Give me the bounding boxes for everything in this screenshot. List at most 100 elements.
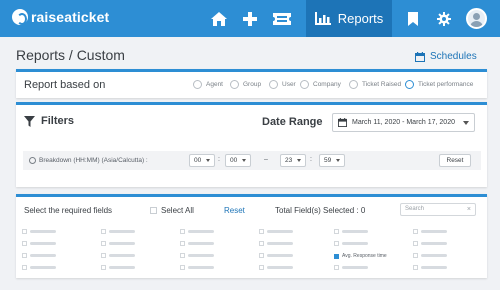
field-checkbox[interactable] xyxy=(334,229,339,234)
from-minute-select[interactable]: 00 xyxy=(225,154,251,167)
close-icon[interactable]: × xyxy=(467,204,471,215)
select-all-checkbox[interactable]: Select All xyxy=(150,206,194,215)
field-checkbox-item[interactable] xyxy=(334,241,368,246)
radio-company[interactable]: Company xyxy=(300,80,341,89)
radio-group-button[interactable] xyxy=(230,80,239,89)
radio-user[interactable]: User xyxy=(269,80,296,89)
field-checkbox[interactable] xyxy=(101,253,106,258)
field-checkbox[interactable] xyxy=(22,229,27,234)
bookmark-icon[interactable] xyxy=(403,9,423,29)
field-checkbox-item[interactable] xyxy=(22,229,56,234)
radio-ticket-performance-button[interactable] xyxy=(405,80,414,89)
field-checkbox-item[interactable] xyxy=(101,229,135,234)
radio-user-button[interactable] xyxy=(269,80,278,89)
field-checkbox[interactable] xyxy=(413,229,418,234)
field-checkbox-item[interactable] xyxy=(22,253,56,258)
field-checkbox[interactable] xyxy=(180,265,185,270)
field-checkbox-item[interactable] xyxy=(22,241,56,246)
field-checkbox-item[interactable] xyxy=(101,253,135,258)
field-label-placeholder xyxy=(342,266,368,269)
field-checkbox-item[interactable] xyxy=(22,265,56,270)
field-checkbox-item[interactable] xyxy=(334,265,368,270)
field-checkbox-item[interactable] xyxy=(180,229,214,234)
radio-ticket-performance[interactable]: Ticket performance xyxy=(405,80,473,89)
select-all-box[interactable] xyxy=(150,207,157,214)
ticket-icon[interactable] xyxy=(272,9,292,29)
field-checkbox-item[interactable] xyxy=(413,265,447,270)
field-checkbox[interactable] xyxy=(101,241,106,246)
field-label-placeholder xyxy=(109,254,135,257)
radio-agent[interactable]: Agent xyxy=(193,80,223,89)
field-checkbox-item[interactable] xyxy=(259,265,293,270)
field-checkbox-item[interactable] xyxy=(413,253,447,258)
field-label-placeholder xyxy=(267,254,293,257)
calendar-icon xyxy=(415,51,425,62)
field-checkbox[interactable] xyxy=(334,253,339,259)
field-checkbox[interactable] xyxy=(334,241,339,246)
field-checkbox[interactable] xyxy=(413,241,418,246)
home-icon[interactable] xyxy=(209,9,229,29)
radio-agent-button[interactable] xyxy=(193,80,202,89)
field-checkbox[interactable] xyxy=(413,265,418,270)
radio-ticket-raised-button[interactable] xyxy=(349,80,358,89)
breakdown-label-group: Breakdown (HH:MM) (Asia/Calcutta) : xyxy=(29,157,148,164)
bar-chart-icon xyxy=(314,12,331,25)
field-checkbox-item[interactable] xyxy=(180,265,214,270)
field-checkbox[interactable] xyxy=(259,265,264,270)
field-checkbox-item[interactable] xyxy=(259,253,293,258)
field-checkbox-item[interactable]: Avg. Response time xyxy=(334,253,387,259)
field-checkbox[interactable] xyxy=(180,241,185,246)
field-checkbox[interactable] xyxy=(22,241,27,246)
field-checkbox[interactable] xyxy=(101,229,106,234)
avatar[interactable] xyxy=(466,8,487,29)
from-minute-value: 00 xyxy=(230,157,238,164)
field-label-placeholder xyxy=(109,266,135,269)
time-colon: : xyxy=(310,156,312,163)
schedules-link[interactable]: Schedules xyxy=(415,51,477,62)
gear-icon[interactable] xyxy=(434,9,454,29)
field-checkbox[interactable] xyxy=(180,229,185,234)
app-logo[interactable]: raiseaticket xyxy=(12,9,109,25)
total-fields-selected: Total Field(s) Selected : 0 xyxy=(275,206,366,215)
search-placeholder: Search xyxy=(405,206,425,212)
field-label-placeholder xyxy=(30,266,56,269)
from-hour-select[interactable]: 00 xyxy=(189,154,215,167)
nav-reports-tab[interactable]: Reports xyxy=(306,0,392,37)
field-checkbox-item[interactable] xyxy=(101,265,135,270)
field-checkbox[interactable] xyxy=(413,253,418,258)
radio-user-label: User xyxy=(282,81,296,88)
report-based-on-label: Report based on xyxy=(24,79,106,91)
field-label-placeholder xyxy=(109,230,135,233)
field-checkbox-item[interactable] xyxy=(413,241,447,246)
reset-button[interactable]: Reset xyxy=(439,154,471,167)
field-checkbox[interactable] xyxy=(22,253,27,258)
field-label-placeholder xyxy=(188,230,214,233)
field-checkbox-item[interactable] xyxy=(259,241,293,246)
field-checkbox-item[interactable] xyxy=(180,241,214,246)
field-checkbox[interactable] xyxy=(334,265,339,270)
field-checkbox-item[interactable] xyxy=(413,229,447,234)
search-input[interactable]: Search × xyxy=(400,203,476,216)
field-checkbox-item[interactable] xyxy=(334,229,368,234)
field-checkbox[interactable] xyxy=(259,229,264,234)
radio-company-button[interactable] xyxy=(300,80,309,89)
field-checkbox-item[interactable] xyxy=(259,229,293,234)
date-range-picker[interactable]: March 11, 2020 - March 17, 2020 xyxy=(332,113,475,132)
field-checkbox-item[interactable] xyxy=(180,253,214,258)
radio-ticket-raised[interactable]: Ticket Raised xyxy=(349,80,401,89)
field-checkbox[interactable] xyxy=(101,265,106,270)
field-label: Avg. Response time xyxy=(342,253,387,259)
to-minute-select[interactable]: 59 xyxy=(319,154,345,167)
field-checkbox[interactable] xyxy=(180,253,185,258)
field-label-placeholder xyxy=(421,266,447,269)
field-label-placeholder xyxy=(30,242,56,245)
reset-fields-link[interactable]: Reset xyxy=(224,206,245,215)
field-checkbox-item[interactable] xyxy=(101,241,135,246)
field-checkbox[interactable] xyxy=(259,241,264,246)
field-checkbox[interactable] xyxy=(259,253,264,258)
field-checkbox[interactable] xyxy=(22,265,27,270)
radio-group[interactable]: Group xyxy=(230,80,261,89)
to-hour-select[interactable]: 23 xyxy=(280,154,306,167)
field-label-placeholder xyxy=(188,254,214,257)
plus-icon[interactable] xyxy=(240,9,260,29)
